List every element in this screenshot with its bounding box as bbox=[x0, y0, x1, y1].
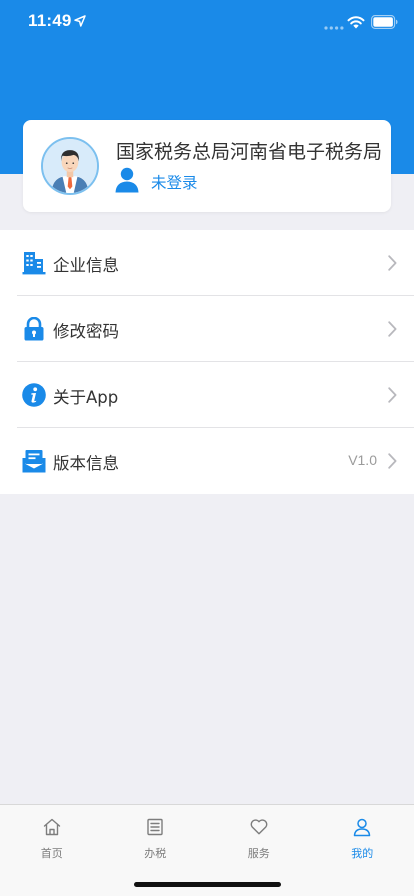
tab-mine[interactable]: 我的 bbox=[311, 805, 414, 867]
tab-label: 我的 bbox=[351, 847, 374, 860]
status-bar: 11:49 bbox=[0, 0, 414, 44]
menu-item-label: 版本信息 bbox=[53, 454, 119, 473]
tab-label: 服务 bbox=[247, 847, 270, 860]
menu-item-change-password[interactable]: 修改密码 bbox=[0, 296, 414, 362]
chevron-right-icon bbox=[388, 453, 397, 469]
envelope-icon bbox=[22, 450, 46, 473]
person-icon bbox=[115, 167, 139, 193]
tab-home[interactable]: 首页 bbox=[0, 805, 104, 867]
version-value: V1.0 bbox=[348, 452, 377, 468]
profile-card[interactable]: 国家税务总局河南省电子税务局 未登录 bbox=[23, 120, 391, 212]
menu-item-label: 修改密码 bbox=[53, 322, 119, 341]
user-avatar-icon[interactable] bbox=[41, 137, 99, 195]
lock-icon bbox=[24, 317, 44, 341]
tab-label: 首页 bbox=[40, 847, 63, 860]
status-time: 11:49 bbox=[28, 11, 72, 30]
building-icon bbox=[22, 252, 46, 275]
org-name: 国家税务总局河南省电子税务局 bbox=[116, 141, 383, 163]
person-icon bbox=[354, 818, 371, 837]
cellular-signal-icon bbox=[324, 26, 344, 30]
chevron-right-icon bbox=[388, 387, 397, 403]
tab-bar: 首页 办税 服务 我的 bbox=[0, 804, 414, 896]
chevron-right-icon bbox=[388, 255, 397, 271]
menu-item-version-info[interactable]: 版本信息 V1.0 bbox=[0, 428, 414, 494]
heart-icon bbox=[250, 819, 268, 835]
menu-item-about-app[interactable]: 关于App bbox=[0, 362, 414, 428]
tab-label: 办税 bbox=[144, 847, 167, 860]
tab-service[interactable]: 服务 bbox=[207, 805, 311, 867]
wifi-icon bbox=[347, 16, 365, 29]
home-indicator[interactable] bbox=[134, 882, 281, 887]
home-icon bbox=[43, 818, 60, 836]
document-list-icon bbox=[147, 818, 163, 836]
chevron-right-icon bbox=[388, 321, 397, 337]
info-icon bbox=[22, 383, 46, 407]
menu-item-label: 关于App bbox=[53, 388, 119, 407]
login-status[interactable]: 未登录 bbox=[151, 171, 198, 193]
screen: 11:49 国家税务总局河南省电子税务局 未登录 企业信息 修改密码 关于App… bbox=[0, 0, 414, 896]
menu-list: 企业信息 修改密码 关于App 版本信息 V1.0 bbox=[0, 230, 414, 494]
location-arrow-icon bbox=[74, 15, 86, 27]
tab-tax[interactable]: 办税 bbox=[104, 805, 208, 867]
menu-item-label: 企业信息 bbox=[53, 256, 119, 275]
menu-item-company-info[interactable]: 企业信息 bbox=[0, 230, 414, 296]
battery-icon bbox=[371, 15, 398, 29]
